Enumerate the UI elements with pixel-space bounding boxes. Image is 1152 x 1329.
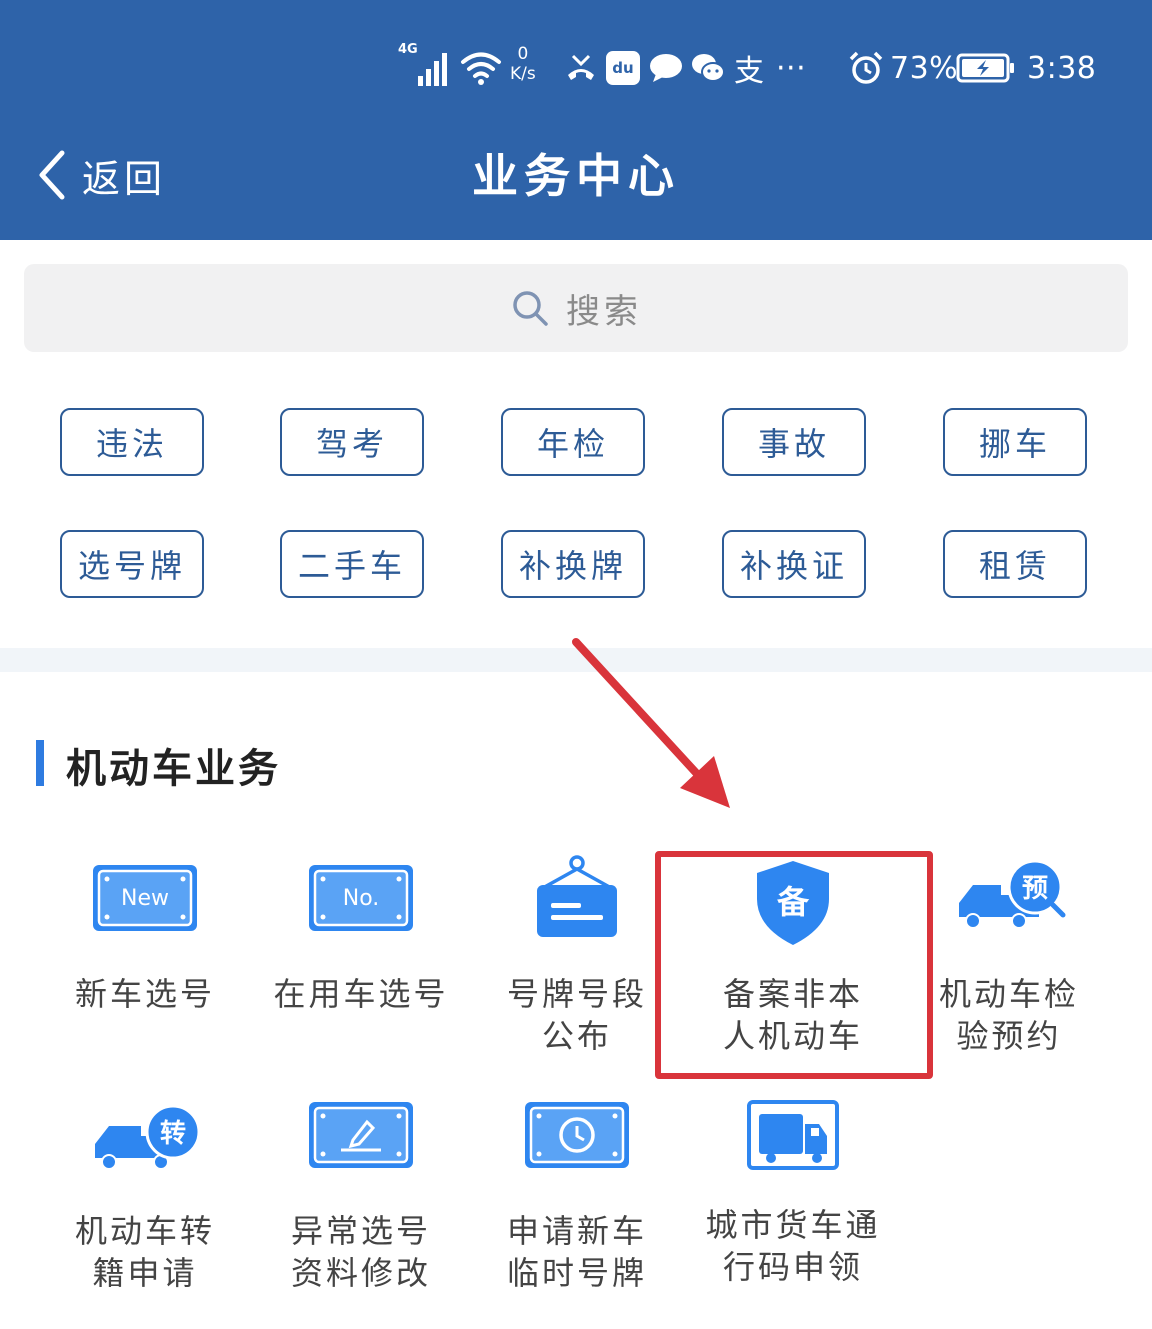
tag-violation[interactable]: 违法 [60,408,204,476]
search-input[interactable]: 搜索 [24,264,1128,352]
shield-icon-text: 备 [777,883,810,921]
shield-record-icon: 备 [757,861,829,945]
more-notifications-icon: ··· [776,46,806,90]
tag-replace-plate[interactable]: 补换牌 [501,530,645,598]
hanging-sign-icon [537,855,617,937]
new-plate-icon: New [93,865,197,931]
clock-plate-icon [525,1102,629,1168]
alipay-label: 支 [734,54,765,89]
service-label: 号牌号段 公布 [506,975,647,1055]
tag-used-car[interactable]: 二手车 [280,530,424,598]
tag-annual-inspection[interactable]: 年检 [501,408,645,476]
service-temporary-plate-application[interactable]: 申请新车 临时号牌 [469,1092,685,1322]
wechat-icon [690,46,726,90]
search-icon [513,291,548,326]
wifi-icon [460,46,502,90]
edit-plate-icon [309,1102,413,1168]
clock-time: 3:38 [1027,46,1096,90]
service-plate-segment-announcement[interactable]: 号牌号段 公布 [469,855,685,1085]
service-in-use-car-plate[interactable]: No. 在用车选号 [253,855,469,1085]
service-label: 机动车转 籍申请 [74,1212,215,1292]
service-vehicle-transfer-application[interactable]: 转 机动车转 籍申请 [37,1092,253,1322]
service-register-non-owner-vehicle[interactable]: 备 备案非本 人机动车 [685,855,901,1085]
tag-plate-selection[interactable]: 选号牌 [60,530,204,598]
message-bubble-icon [648,46,684,90]
service-new-car-plate[interactable]: New 新车选号 [37,855,253,1085]
service-label: 城市货车通 行码申领 [705,1206,881,1286]
truck-appointment-icon: 预 [959,859,1066,929]
battery-percent-label: 73% [890,50,959,86]
tag-accident[interactable]: 事故 [722,408,866,476]
service-abnormal-plate-info-edit[interactable]: 异常选号 资料修改 [253,1092,469,1322]
more-label: ··· [776,50,807,86]
tag-move-car[interactable]: 挪车 [943,408,1087,476]
service-city-truck-pass-application[interactable]: 城市货车通 行码申领 [685,1092,901,1322]
tag-replace-license[interactable]: 补换证 [722,530,866,598]
baidu-app-label: du [606,51,640,85]
page-title: 业务中心 [472,149,680,203]
baidu-app-icon: du [606,46,640,90]
service-label: 在用车选号 [273,975,449,1013]
net-speed: 0 K/s [510,44,536,88]
service-label: 机动车检 验预约 [938,975,1079,1055]
battery-percent: 73% [890,46,958,90]
battery-charging-icon [956,46,1016,90]
tag-rental[interactable]: 租赁 [943,530,1087,598]
appointment-icon-text: 预 [1022,874,1048,904]
truck-transfer-icon: 转 [95,1104,201,1170]
service-label: 申请新车 临时号牌 [506,1212,647,1292]
missed-call-icon [564,46,598,90]
new-plate-icon-text: New [121,886,169,911]
app-header: 4G 0 K/s du 支 ··· 73% 3:38 返回 业务中心 [0,0,1152,240]
service-label: 新车选号 [74,975,215,1013]
cellular-signal-icon: 4G [398,42,452,90]
status-bar: 4G 0 K/s du 支 ··· 73% 3:38 [0,0,1152,120]
transfer-icon-text: 转 [160,1119,186,1149]
net-speed-value: 0 [517,44,529,64]
search-placeholder: 搜索 [566,291,642,332]
number-plate-icon-text: No. [343,886,380,911]
section-title: 机动车业务 [66,746,281,792]
service-label: 异常选号 资料修改 [290,1212,431,1292]
number-plate-icon: No. [309,865,413,931]
red-arrow-icon [572,638,730,808]
network-type-label: 4G [398,42,418,57]
service-label: 备案非本 人机动车 [722,975,863,1055]
alarm-clock-icon [848,46,884,90]
section-accent-bar [36,740,44,786]
service-vehicle-inspection-appointment[interactable]: 预 机动车检 验预约 [901,855,1117,1085]
net-speed-unit: K/s [510,64,536,84]
tag-driving-test[interactable]: 驾考 [280,408,424,476]
truck-pass-icon [747,1100,839,1170]
time-label: 3:38 [1027,50,1097,86]
alipay-icon: 支 [734,46,765,90]
